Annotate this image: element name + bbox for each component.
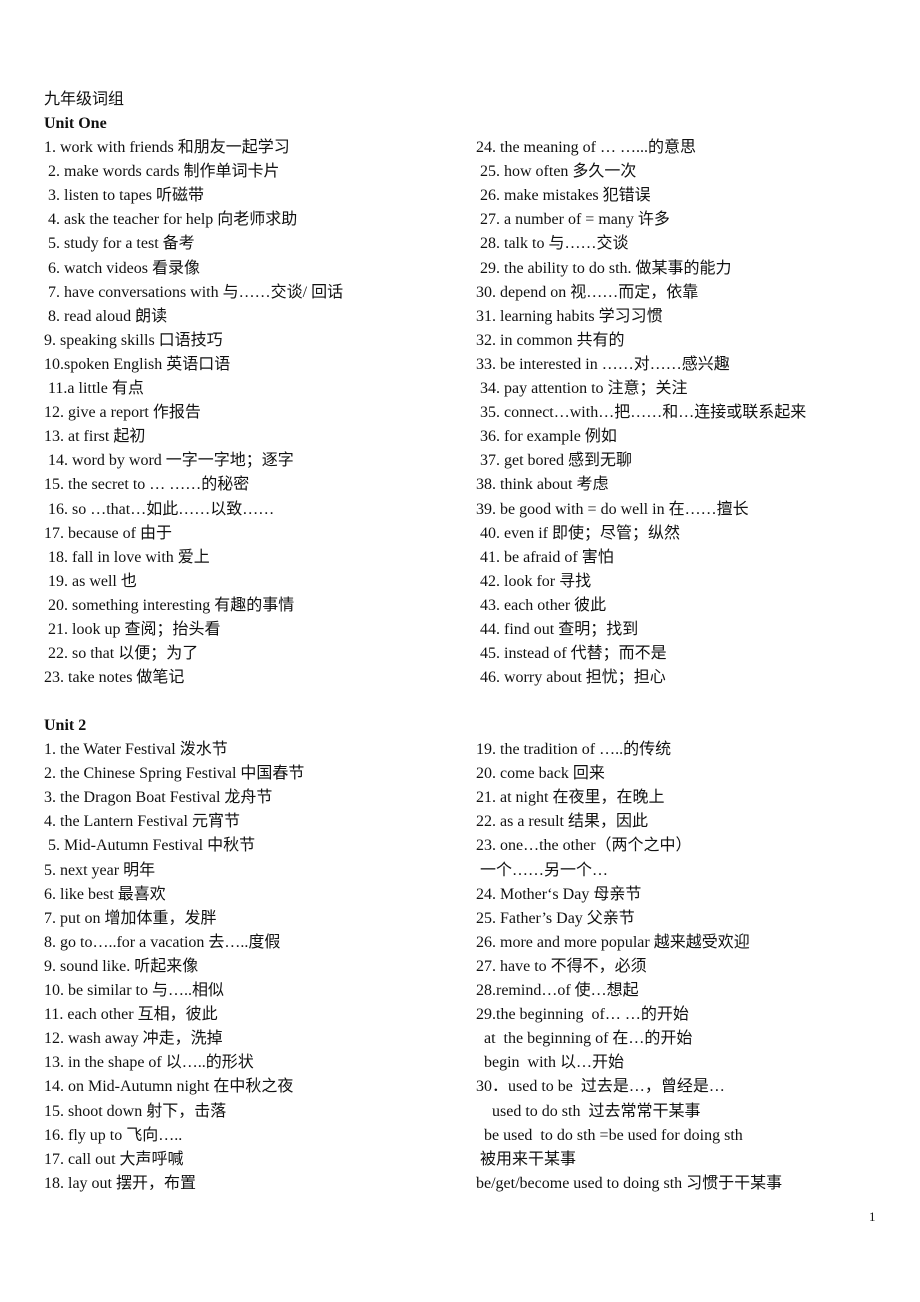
phrase-item: 2. make words cards 制作单词卡片 — [44, 163, 280, 181]
phrase-item: 40. even if 即使；尽管；纵然 — [476, 524, 680, 542]
phrase-item: 38. think about 考虑 — [476, 476, 609, 494]
phrase-item: 15. shoot down 射下，击落 — [44, 1102, 227, 1120]
phrase-item: 28.remind…of 使…想起 — [476, 982, 639, 999]
phrase-item: 30. depend on 视……而定，依靠 — [476, 283, 699, 301]
phrase-item: 6. like best 最喜欢 — [44, 885, 166, 903]
phrase-item: 21. at night 在夜里，在晚上 — [476, 789, 665, 807]
phrase-item: 17. call out 大声呼喊 — [44, 1150, 184, 1168]
phrase-item: 23. one…the other（两个之中） — [476, 837, 692, 855]
phrase-item: 25. how often 多久一次 — [476, 163, 637, 181]
phrase-item: 4. ask the teacher for help 向老师求助 — [44, 211, 298, 229]
phrase-item: at the beginning of 在…的开始 — [476, 1030, 693, 1048]
phrase-item: be used to do sth =be used for doing sth — [476, 1126, 743, 1144]
phrase-item: 5. study for a test 备考 — [44, 235, 195, 253]
phrase-item: 一个……另一个… — [476, 861, 609, 879]
phrase-item: 4. the Lantern Festival 元宵节 — [44, 813, 240, 831]
phrase-item: 41. be afraid of 害怕 — [476, 548, 614, 566]
phrase-item: 42. look for 寻找 — [476, 572, 592, 590]
phrase-item: 27. have to 不得不，必须 — [476, 957, 647, 975]
phrase-item: 被用来干某事 — [476, 1150, 577, 1168]
phrase-item: 19. as well 也 — [44, 572, 137, 590]
phrase-item: 7. have conversations with 与……交谈/ 回话 — [44, 283, 344, 301]
phrase-item: 34. pay attention to 注意；关注 — [476, 380, 688, 397]
phrase-item: 18. lay out 摆开，布置 — [44, 1174, 196, 1192]
phrase-item: used to do sth 过去常常干某事 — [476, 1102, 701, 1120]
phrase-item: 7. put on 增加体重，发胖 — [44, 909, 217, 927]
phrase-item: 24. Mother‘s Day 母亲节 — [476, 885, 642, 903]
phrase-item: 21. look up 查阅；抬头看 — [44, 621, 221, 638]
phrase-item: 26. more and more popular 越来越受欢迎 — [476, 933, 750, 951]
phrase-item: 2. the Chinese Spring Festival 中国春节 — [44, 765, 305, 783]
phrase-item: 12. give a report 作报告 — [44, 404, 201, 422]
phrase-item: 20. something interesting 有趣的事情 — [44, 596, 295, 614]
phrase-item: 16. fly up to 飞向….. — [44, 1126, 183, 1144]
phrase-item: 13. at first 起初 — [44, 428, 146, 446]
phrase-item: 15. the secret to … ……的秘密 — [44, 476, 250, 494]
phrase-item: 25. Father’s Day 父亲节 — [476, 909, 635, 927]
phrase-item: 8. read aloud 朗读 — [44, 307, 168, 325]
phrase-item: 9. speaking skills 口语技巧 — [44, 331, 223, 349]
phrase-item: 46. worry about 担忧；担心 — [476, 669, 666, 687]
phrase-item: 33. be interested in ……对……感兴趣 — [476, 355, 730, 373]
phrase-item: 31. learning habits 学习习惯 — [476, 307, 663, 325]
phrase-item: 3. the Dragon Boat Festival 龙舟节 — [44, 789, 273, 807]
phrase-item: 23. take notes 做笔记 — [44, 669, 185, 687]
phrase-item: 45. instead of 代替；而不是 — [476, 645, 667, 663]
phrase-item: 29. the ability to do sth. 做某事的能力 — [476, 259, 732, 277]
phrase-item: 14. word by word 一字一字地；逐字 — [44, 452, 294, 470]
phrase-item: 32. in common 共有的 — [476, 331, 625, 349]
phrase-item: 30．used to be 过去是…，曾经是… — [476, 1078, 725, 1096]
phrase-item: begin with 以…开始 — [476, 1054, 624, 1072]
phrase-item: 43. each other 彼此 — [476, 596, 607, 614]
phrase-item: 13. in the shape of 以…..的形状 — [44, 1054, 254, 1072]
page-number: 1 — [869, 1209, 876, 1224]
phrase-item: 1. the Water Festival 泼水节 — [44, 741, 228, 758]
phrase-item: 37. get bored 感到无聊 — [476, 452, 632, 470]
phrase-item: 44. find out 查明；找到 — [476, 621, 639, 638]
phrase-item: 8. go to…..for a vacation 去…..度假 — [44, 933, 281, 951]
phrase-item: 3. listen to tapes 听磁带 — [44, 187, 204, 205]
phrase-item: 10.spoken English 英语口语 — [44, 355, 231, 373]
phrase-item: 1. work with friends 和朋友一起学习 — [44, 139, 290, 156]
phrase-item: 9. sound like. 听起来像 — [44, 957, 199, 975]
unit-one-heading: Unit One — [44, 115, 107, 132]
phrase-item: 16. so …that…如此……以致…… — [44, 500, 275, 518]
document-page: 九年级词组 Unit One 1. work with friends 和朋友一… — [0, 0, 920, 1302]
document-title: 九年级词组 — [44, 91, 125, 108]
phrase-item: 29.the beginning of… …的开始 — [476, 1006, 689, 1024]
phrase-item: 35. connect…with…把……和…连接或联系起来 — [476, 404, 807, 422]
phrase-item: 5. Mid-Autumn Festival 中秋节 — [44, 837, 256, 855]
phrase-item: 36. for example 例如 — [476, 428, 617, 446]
phrase-item: 10. be similar to 与…..相似 — [44, 982, 224, 999]
phrase-item: 17. because of 由于 — [44, 524, 172, 542]
phrase-item: 5. next year 明年 — [44, 861, 156, 879]
phrase-item: 39. be good with = do well in 在……擅长 — [476, 500, 749, 518]
phrase-item: 20. come back 回来 — [476, 765, 605, 783]
phrase-item: be/get/become used to doing sth 习惯于干某事 — [476, 1174, 783, 1192]
phrase-item: 11.a little 有点 — [44, 380, 144, 397]
phrase-item: 19. the tradition of …..的传统 — [476, 741, 672, 758]
phrase-item: 18. fall in love with 爱上 — [44, 548, 210, 566]
phrase-item: 14. on Mid-Autumn night 在中秋之夜 — [44, 1078, 294, 1096]
phrase-item: 24. the meaning of … …...的意思 — [476, 139, 696, 156]
phrase-item: 26. make mistakes 犯错误 — [476, 187, 651, 205]
phrase-item: 22. so that 以便；为了 — [44, 645, 199, 663]
phrase-item: 27. a number of = many 许多 — [476, 211, 670, 229]
unit-two-heading: Unit 2 — [44, 717, 87, 734]
phrase-item: 11. each other 互相，彼此 — [44, 1006, 218, 1024]
phrase-item: 22. as a result 结果，因此 — [476, 813, 648, 831]
phrase-item: 12. wash away 冲走，洗掉 — [44, 1030, 223, 1048]
phrase-item: 6. watch videos 看录像 — [44, 259, 200, 277]
phrase-item: 28. talk to 与……交谈 — [476, 235, 629, 253]
